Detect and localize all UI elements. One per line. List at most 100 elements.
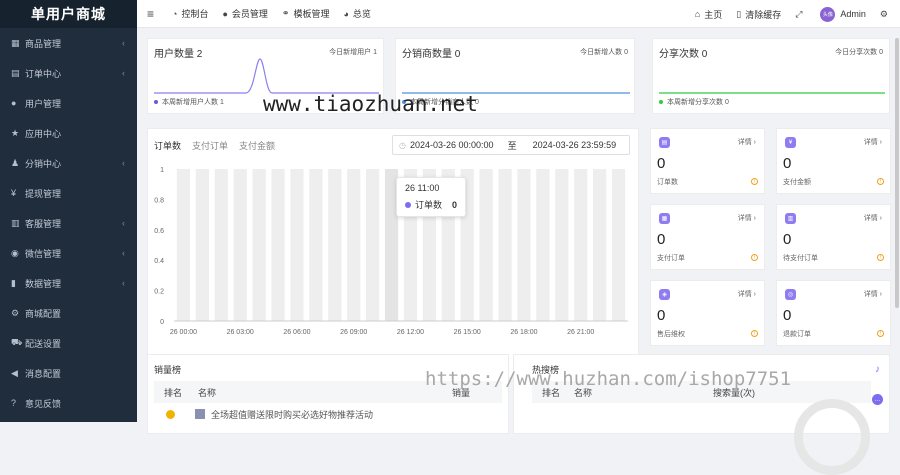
detail-link[interactable]: 详情 ›: [738, 289, 756, 299]
bar-background[interactable]: [347, 169, 361, 321]
bar-background[interactable]: [214, 169, 228, 321]
y-tick-label: 0.4: [154, 258, 164, 265]
nav-templates[interactable]: ⚭ 模板管理: [282, 7, 330, 20]
bar-background[interactable]: [176, 169, 191, 321]
info-icon: !: [751, 178, 758, 185]
settings-button[interactable]: ⚙: [880, 9, 892, 20]
notification-bell-icon[interactable]: ♪: [872, 364, 883, 375]
sidebar: 单用户商城 ▦ 商品管理 ‹ ▤ 订单中心 ‹ ● 用户管理 ★ 应用中心 ♟ 分销中心 ‹ ¥ 提现管理 ▥…: [0, 0, 137, 422]
sidebar-item-10[interactable]: ⛟ 配送设置: [0, 328, 137, 358]
legend-dot: [659, 100, 663, 104]
summary-card[interactable]: ▤ 详情 › 0 订单数!: [650, 128, 765, 194]
date-range-picker[interactable]: ◷ 2024-03-26 00:00:00 至 2024-03-26 23:59…: [392, 135, 630, 155]
summary-label: 退款订单: [783, 331, 811, 338]
summary-card[interactable]: ▦ 详情 › 0 支付订单!: [650, 204, 765, 270]
bar-chart-icon: ▮: [11, 277, 16, 288]
bar-background[interactable]: [366, 169, 380, 321]
bar-background[interactable]: [574, 169, 588, 321]
sidebar-item-11[interactable]: ◀ 消息配置: [0, 358, 137, 388]
chevron-left-icon: ‹: [122, 248, 125, 258]
info-icon: !: [877, 178, 884, 185]
table-row[interactable]: 全场超值赠送限时购买必选好物推荐活动: [154, 407, 502, 421]
y-tick-label: 0.6: [154, 228, 164, 235]
tooltip-row: 订单数 0: [405, 198, 457, 211]
nav-overview[interactable]: ◕ 总览: [343, 7, 370, 20]
bar-background[interactable]: [195, 169, 209, 321]
fullscreen-button[interactable]: ⤢: [795, 9, 806, 20]
tab-paid-orders[interactable]: 支付订单: [192, 139, 228, 152]
sidebar-item-4[interactable]: ♟ 分销中心 ‹: [0, 148, 137, 178]
page-scrollbar[interactable]: [895, 38, 899, 308]
col-sales: 销量: [452, 387, 471, 398]
sidebar-item-2[interactable]: ● 用户管理: [0, 88, 137, 118]
summary-card[interactable]: ◈ 详情 › 0 售后维权!: [650, 280, 765, 346]
summary-card[interactable]: ▥ 详情 › 0 待支付订单!: [776, 204, 891, 270]
bar-background[interactable]: [252, 169, 266, 321]
bar-background[interactable]: [271, 169, 285, 321]
sidebar-item-12[interactable]: ? 意见反馈: [0, 388, 137, 418]
detail-link[interactable]: 详情 ›: [738, 213, 756, 223]
info-icon: !: [877, 254, 884, 261]
bar-background[interactable]: [233, 169, 247, 321]
sidebar-item-0[interactable]: ▦ 商品管理 ‹: [0, 28, 137, 58]
document-icon: ▤: [11, 67, 20, 78]
summary-card[interactable]: ¥ 详情 › 0 支付金额!: [776, 128, 891, 194]
clock-icon: ◷: [399, 140, 406, 150]
legend-dot: [402, 100, 406, 104]
col-search-count: 搜索量(次): [713, 387, 755, 398]
tab-order-count[interactable]: 订单数: [154, 139, 181, 152]
sidebar-item-9[interactable]: ⚙ 商城配置: [0, 298, 137, 328]
sidebar-menu: ▦ 商品管理 ‹ ▤ 订单中心 ‹ ● 用户管理 ★ 应用中心 ♟ 分销中心 ‹ ¥ 提现管理 ▥ 客服管理 ‹ ◉…: [0, 28, 137, 418]
bar-background[interactable]: [309, 169, 323, 321]
bar-background[interactable]: [498, 169, 512, 321]
chart-tabs: 订单数 支付订单 支付金额: [154, 139, 286, 152]
gears-icon: ⚙: [879, 8, 888, 19]
home-icon: ⌂: [694, 9, 701, 19]
summary-icon: ▤: [659, 137, 670, 148]
summary-value: 0: [657, 231, 666, 248]
sidebar-item-1[interactable]: ▤ 订单中心 ‹: [0, 58, 137, 88]
bar-background[interactable]: [555, 169, 569, 321]
col-rank: 排名: [164, 387, 183, 398]
user-menu[interactable]: 头像 Admin: [820, 6, 866, 22]
home-link[interactable]: ⌂ 主页: [695, 8, 722, 21]
sidebar-item-7[interactable]: ◉ 微信管理 ‹: [0, 238, 137, 268]
bar-background[interactable]: [611, 169, 626, 321]
nav-dashboard[interactable]: ◔ 控制台: [172, 7, 208, 20]
pie-chart-icon: ◕: [343, 8, 349, 19]
sidebar-item-6[interactable]: ▥ 客服管理 ‹: [0, 208, 137, 238]
stat-today: 今日新增人数 0: [580, 49, 628, 56]
summary-label: 订单数: [657, 179, 678, 186]
tooltip-series: 订单数: [415, 200, 443, 210]
detail-link[interactable]: 详情 ›: [864, 137, 882, 147]
info-icon: !: [877, 330, 884, 337]
detail-link[interactable]: 详情 ›: [864, 213, 882, 223]
bar-background[interactable]: [479, 169, 493, 321]
bar-background[interactable]: [290, 169, 304, 321]
x-tick-label: 26 15:00: [454, 329, 481, 336]
menu-toggle-button[interactable]: ≡: [147, 7, 158, 21]
x-tick-label: 26 06:00: [283, 329, 310, 336]
sidebar-item-label: 配送设置: [25, 338, 62, 349]
bar-background[interactable]: [593, 169, 607, 321]
nav-members[interactable]: ● 会员管理: [222, 7, 267, 20]
detail-link[interactable]: 详情 ›: [738, 137, 756, 147]
summary-card[interactable]: ◎ 详情 › 0 退款订单!: [776, 280, 891, 346]
stat-card-shares: 分享次数 0 今日分享次数 0 本周新增分享次数 0: [652, 38, 890, 114]
trash-icon: ▯: [736, 8, 742, 19]
bar-background[interactable]: [517, 169, 531, 321]
sidebar-item-3[interactable]: ★ 应用中心: [0, 118, 137, 148]
date-end: 2024-03-26 23:59:59: [532, 140, 617, 150]
bar-background[interactable]: [328, 169, 342, 321]
sidebar-item-5[interactable]: ¥ 提现管理: [0, 178, 137, 208]
sales-ranking-card: 销量榜 排名 名称 销量 全场超值赠送限时购买必选好物推荐活动: [147, 354, 509, 434]
sidebar-item-label: 客服管理: [25, 218, 62, 229]
clear-cache-button[interactable]: ▯ 清除缓存: [736, 8, 781, 21]
chat-bubble-icon[interactable]: …: [872, 394, 883, 405]
stat-week-label: 本周新增分享次数 0: [667, 99, 729, 106]
star-icon: ★: [11, 127, 20, 138]
bar-background[interactable]: [536, 169, 550, 321]
detail-link[interactable]: 详情 ›: [864, 289, 882, 299]
tab-paid-amount[interactable]: 支付金额: [239, 139, 275, 152]
sidebar-item-8[interactable]: ▮ 数据管理 ‹: [0, 268, 137, 298]
